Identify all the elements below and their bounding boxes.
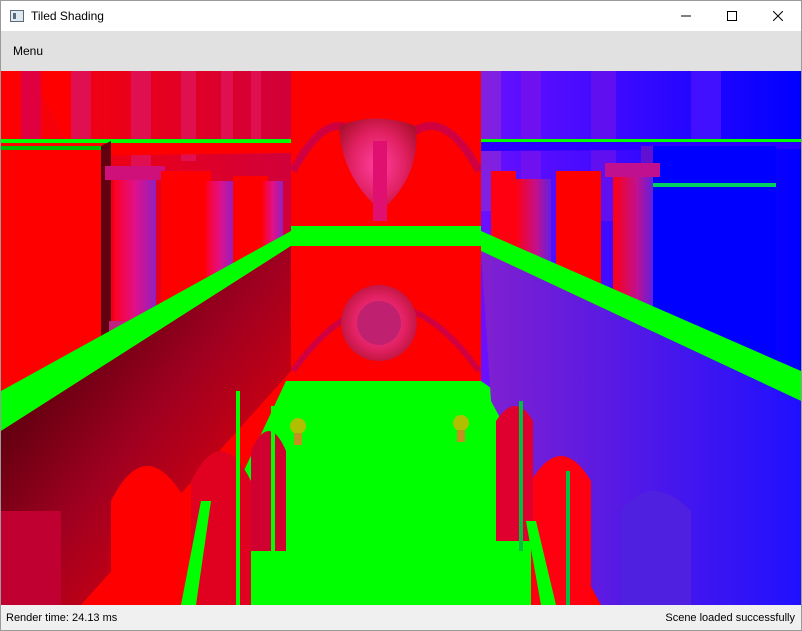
render-viewport[interactable] (1, 71, 801, 605)
maximize-button[interactable] (709, 1, 755, 31)
close-button[interactable] (755, 1, 801, 31)
menu-item-menu[interactable]: Menu (1, 31, 55, 71)
window-title: Tiled Shading (31, 9, 104, 23)
maximize-icon (727, 11, 737, 21)
rendered-3d-scene (1, 71, 801, 605)
status-message: Scene loaded successfully (665, 611, 795, 624)
minimize-icon (681, 15, 691, 17)
app-icon (10, 10, 24, 22)
app-window: Tiled Shading Menu Render time: 24.13 ms… (0, 0, 802, 631)
close-icon (773, 11, 783, 21)
status-bar: Render time: 24.13 ms Scene loaded succe… (1, 605, 801, 630)
render-time-label: Render time: 24.13 ms (6, 611, 118, 624)
menu-bar: Menu (1, 31, 801, 71)
minimize-button[interactable] (663, 1, 709, 31)
title-bar[interactable]: Tiled Shading (1, 1, 801, 31)
